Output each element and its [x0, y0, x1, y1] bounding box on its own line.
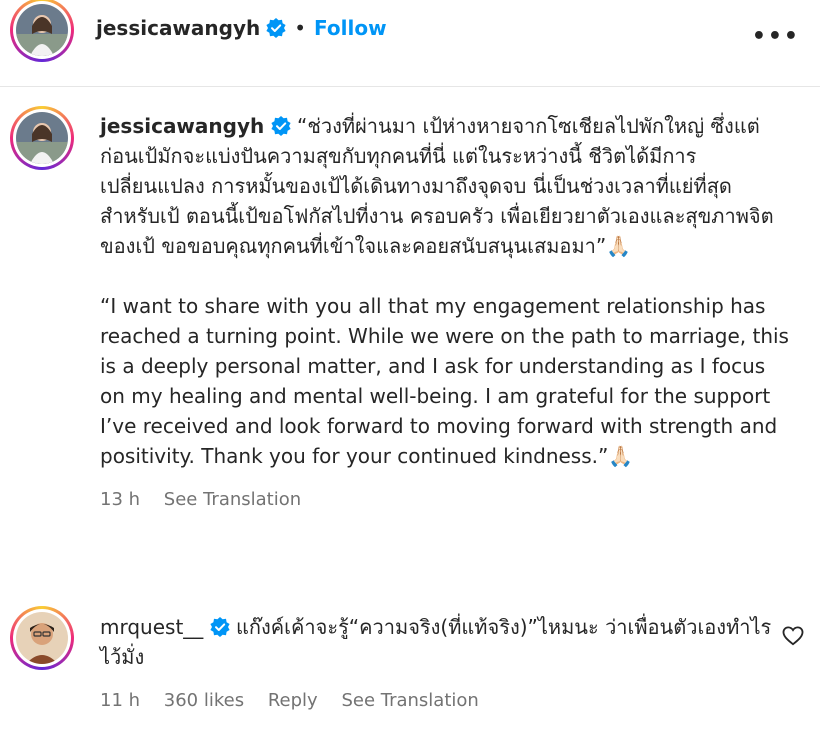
comment-meta: 11 h 360 likes Reply See Translation	[100, 686, 780, 716]
heart-icon[interactable]	[782, 626, 804, 650]
post-author-username[interactable]: jessicawangyh	[96, 16, 260, 40]
caption-meta: 13 h See Translation	[100, 485, 790, 515]
reply-button[interactable]: Reply	[268, 690, 318, 711]
post-header: jessicawangyh • Follow	[96, 16, 387, 40]
comment-body: mrquest__ แก๊งค์เค้าจะรู้“ความจริง(ที่แท…	[100, 612, 780, 716]
caption-english-text: “I want to share with you all that my en…	[100, 294, 789, 468]
comment-author-avatar[interactable]	[10, 606, 74, 670]
caption-body: jessicawangyh “ช่วงที่ผ่านมา เป้ห่างหายจ…	[100, 111, 790, 515]
more-options-icon[interactable]: •••	[752, 24, 800, 49]
avatar-ring-inner	[13, 1, 71, 59]
verified-badge-icon	[210, 615, 236, 639]
follow-button[interactable]: Follow	[314, 16, 387, 40]
verified-badge-icon	[266, 17, 286, 39]
caption-timestamp[interactable]: 13 h	[100, 489, 140, 510]
caption-thai-paragraph: jessicawangyh “ช่วงที่ผ่านมา เป้ห่างหายจ…	[100, 111, 790, 261]
header-divider	[0, 86, 820, 87]
avatar-photo	[16, 112, 68, 164]
avatar-ring-inner	[13, 109, 71, 167]
caption-english-paragraph: “I want to share with you all that my en…	[100, 291, 790, 471]
avatar-ring-inner	[13, 609, 71, 667]
comment-author-username[interactable]: mrquest__	[100, 615, 203, 639]
caption-author-username[interactable]: jessicawangyh	[100, 114, 264, 138]
comment-likes[interactable]: 360 likes	[164, 690, 244, 711]
separator-dot: •	[294, 16, 307, 40]
see-translation-link[interactable]: See Translation	[341, 690, 478, 711]
post-author-avatar[interactable]	[10, 0, 74, 62]
see-translation-link[interactable]: See Translation	[164, 489, 301, 510]
avatar-photo-graphic	[16, 612, 68, 664]
avatar-photo-graphic	[16, 112, 68, 164]
avatar-photo-graphic	[16, 4, 68, 56]
comment-timestamp[interactable]: 11 h	[100, 690, 140, 711]
avatar-photo	[16, 612, 68, 664]
caption-author-avatar[interactable]	[10, 106, 74, 170]
prayer-hands-emoji: 🙏🏻	[606, 234, 632, 258]
verified-badge-icon	[271, 114, 297, 138]
avatar-photo	[16, 4, 68, 56]
prayer-hands-emoji: 🙏🏻	[608, 444, 634, 468]
